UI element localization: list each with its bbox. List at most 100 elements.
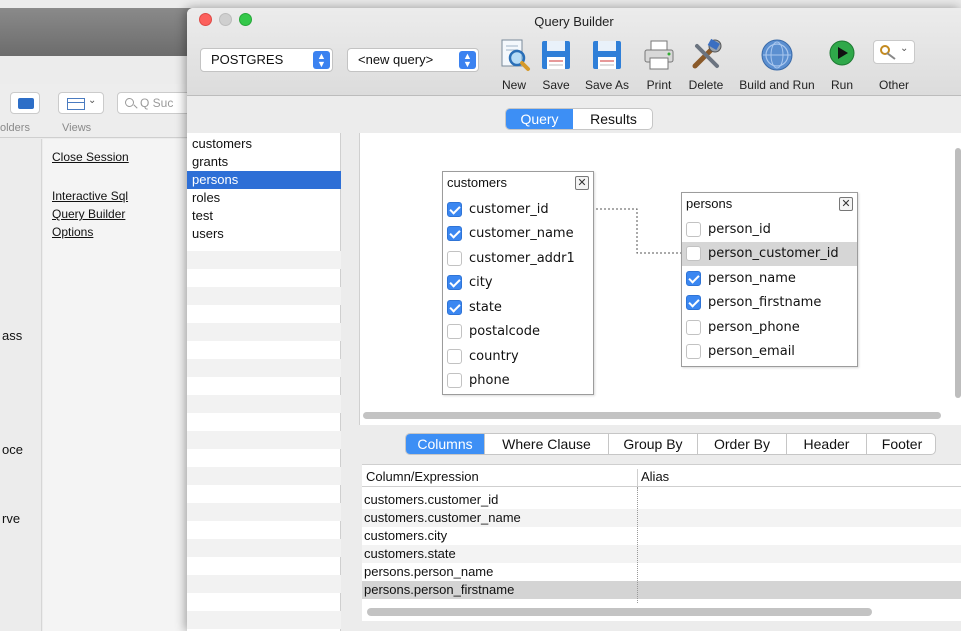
other-menu-box: ⌄ xyxy=(873,40,915,64)
table-row[interactable]: customers.customer_name xyxy=(362,509,961,527)
checkbox[interactable] xyxy=(686,295,701,310)
field-person-customer-id[interactable]: person_customer_id xyxy=(682,242,857,266)
checkbox[interactable] xyxy=(447,300,462,315)
checkbox[interactable] xyxy=(447,226,462,241)
entity-persons[interactable]: persons ✕ person_id person_customer_id p… xyxy=(681,192,858,367)
diagram-vertical-scrollbar[interactable] xyxy=(955,148,961,398)
tables-list: customers grants persons roles test user… xyxy=(187,133,341,631)
checkbox[interactable] xyxy=(686,320,701,335)
delete-label: Delete xyxy=(688,78,724,92)
field-city[interactable]: city xyxy=(443,271,593,295)
background-search-placeholder: Q Suc xyxy=(140,96,174,110)
checkbox[interactable] xyxy=(447,251,462,266)
field-state[interactable]: state xyxy=(443,296,593,320)
field-postalcode[interactable]: postalcode xyxy=(443,320,593,344)
other-button[interactable]: ⌄ Other xyxy=(873,38,915,96)
table-row[interactable]: persons.person_firstname xyxy=(362,581,961,599)
tab-footer[interactable]: Footer xyxy=(867,434,935,454)
tools-icon xyxy=(692,38,722,69)
new-query-icon xyxy=(501,39,530,71)
entity-customers[interactable]: customers ✕ customer_id customer_name cu… xyxy=(442,171,594,395)
save-button[interactable]: Save xyxy=(539,38,573,96)
table-row[interactable]: customers.state xyxy=(362,545,961,563)
field-label: person_firstname xyxy=(708,295,822,310)
background-sidebar xyxy=(0,139,42,631)
save-as-button[interactable]: Save As xyxy=(582,38,632,96)
checkbox[interactable] xyxy=(447,349,462,364)
folders-label: olders xyxy=(0,122,30,134)
field-person-phone[interactable]: person_phone xyxy=(682,316,857,340)
background-toolbar: ⌄ Q Suc olders Views xyxy=(0,84,207,138)
run-button[interactable]: Run xyxy=(827,38,857,96)
table-item-persons[interactable]: persons xyxy=(187,171,341,189)
checkbox[interactable] xyxy=(447,373,462,388)
field-customer-name[interactable]: customer_name xyxy=(443,222,593,246)
table-row[interactable]: customers.customer_id xyxy=(362,491,961,509)
field-person-email[interactable]: person_email xyxy=(682,340,857,364)
grid-horizontal-scrollbar[interactable] xyxy=(367,608,872,616)
options-link[interactable]: Options xyxy=(52,225,93,239)
gear-tools-icon xyxy=(880,45,896,60)
entity-title: customers xyxy=(447,175,507,190)
database-select[interactable]: POSTGRES ▲ ▼ xyxy=(200,48,333,72)
delete-button[interactable]: Delete xyxy=(683,38,729,96)
field-customer-addr1[interactable]: customer_addr1 xyxy=(443,247,593,271)
floppy-disk-icon xyxy=(593,41,621,69)
sidebar-fragment-1: ass xyxy=(2,328,23,343)
checkbox[interactable] xyxy=(447,324,462,339)
close-icon[interactable]: ✕ xyxy=(839,197,853,211)
new-button[interactable]: New xyxy=(497,38,531,96)
tab-where-clause[interactable]: Where Clause xyxy=(485,434,609,454)
checkbox[interactable] xyxy=(447,275,462,290)
checkbox[interactable] xyxy=(686,344,701,359)
run-label: Run xyxy=(830,78,853,92)
tab-columns[interactable]: Columns xyxy=(406,434,485,454)
play-icon xyxy=(829,40,855,66)
printer-icon xyxy=(644,40,674,70)
field-phone[interactable]: phone xyxy=(443,369,593,393)
alias-header[interactable]: Alias xyxy=(641,469,669,484)
print-button[interactable]: Print xyxy=(641,38,677,96)
chevron-down-icon: ⌄ xyxy=(88,95,97,106)
views-button[interactable]: ⌄ xyxy=(58,92,104,114)
field-person-id[interactable]: person_id xyxy=(682,218,857,242)
table-item-users[interactable]: users xyxy=(187,225,341,243)
tab-header[interactable]: Header xyxy=(787,434,867,454)
table-item-customers[interactable]: customers xyxy=(187,135,341,153)
field-customer-id[interactable]: customer_id xyxy=(443,198,593,222)
field-label: country xyxy=(469,349,519,364)
close-session-link[interactable]: Close Session xyxy=(52,150,129,164)
diagram-horizontal-scrollbar[interactable] xyxy=(363,412,941,419)
column-expression-header[interactable]: Column/Expression xyxy=(366,469,479,484)
field-label: person_id xyxy=(708,222,771,237)
tab-group-by[interactable]: Group By xyxy=(609,434,698,454)
checkbox[interactable] xyxy=(447,202,462,217)
title-bar: Query Builder POSTGRES ▲ ▼ <new query> ▲ ▼… xyxy=(187,8,961,96)
table-item-test[interactable]: test xyxy=(187,207,341,225)
checkbox[interactable] xyxy=(686,222,701,237)
table-row[interactable]: customers.city xyxy=(362,527,961,545)
query-builder-link[interactable]: Query Builder xyxy=(52,207,125,221)
field-country[interactable]: country xyxy=(443,345,593,369)
tab-results[interactable]: Results xyxy=(573,109,652,129)
print-label: Print xyxy=(646,78,672,92)
floppy-disk-icon xyxy=(542,41,570,69)
checkbox[interactable] xyxy=(686,246,701,261)
field-label: customer_id xyxy=(469,202,549,217)
save-as-label: Save As xyxy=(584,78,630,92)
checkbox[interactable] xyxy=(686,271,701,286)
field-person-firstname[interactable]: person_firstname xyxy=(682,291,857,315)
field-person-name[interactable]: person_name xyxy=(682,267,857,291)
tab-query[interactable]: Query xyxy=(506,109,573,129)
save-label: Save xyxy=(542,78,570,92)
table-row[interactable]: persons.person_name xyxy=(362,563,961,581)
interactive-sql-link[interactable]: Interactive Sql xyxy=(52,189,128,203)
folder-button[interactable] xyxy=(10,92,40,114)
table-item-grants[interactable]: grants xyxy=(187,153,341,171)
table-item-roles[interactable]: roles xyxy=(187,189,341,207)
field-label: state xyxy=(469,300,502,315)
tab-order-by[interactable]: Order By xyxy=(698,434,787,454)
query-select[interactable]: <new query> ▲ ▼ xyxy=(347,48,479,72)
close-icon[interactable]: ✕ xyxy=(575,176,589,190)
build-and-run-button[interactable]: Build and Run xyxy=(735,38,819,96)
